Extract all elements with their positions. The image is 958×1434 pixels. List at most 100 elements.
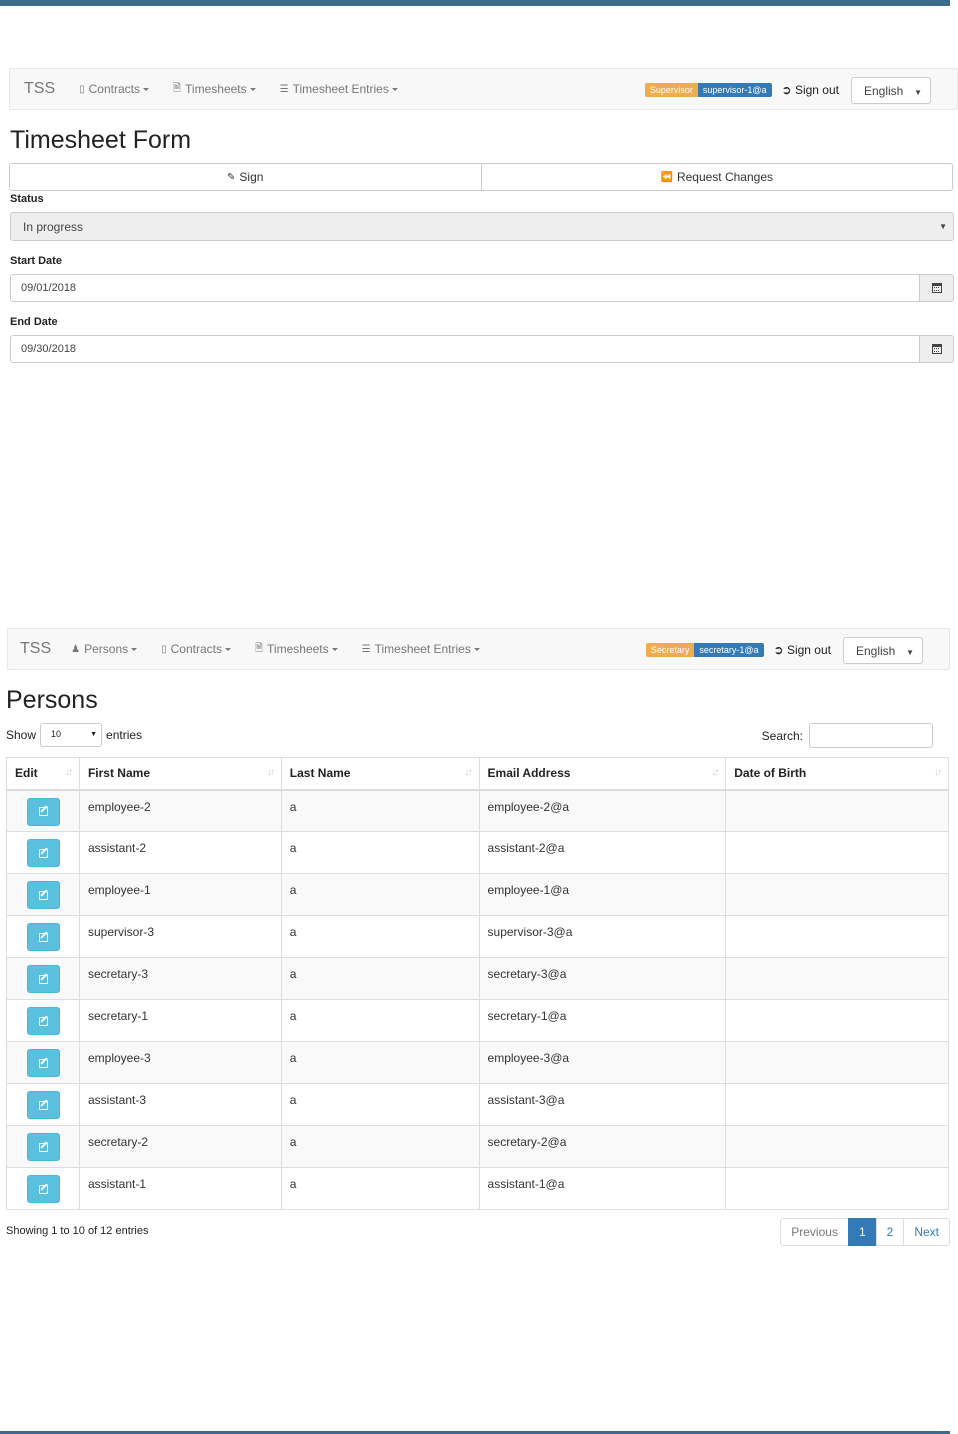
request-changes-button[interactable]: ⏪ Request Changes: [481, 163, 953, 191]
edit-button[interactable]: [27, 1007, 60, 1035]
edit-icon: [39, 1142, 48, 1152]
nav-timesheets[interactable]: 🗎 Timesheets: [173, 81, 256, 98]
cell-first-name: supervisor-3: [78, 915, 282, 958]
caret-down-icon: [249, 87, 256, 91]
edit-button[interactable]: [27, 1091, 60, 1119]
user-badge: secretary-1@a: [694, 643, 764, 657]
edit-icon: [39, 848, 48, 858]
language-select[interactable]: English ▼: [843, 636, 923, 664]
nav-persons-label: Persons: [84, 642, 129, 656]
search-label: Search:: [761, 728, 803, 743]
sign-out-icon: ➲: [773, 643, 784, 657]
table-row: assistant-1 a assistant-1@a: [6, 1167, 949, 1210]
column-header-date-of-birth[interactable]: Date of Birth ↓↑: [725, 757, 949, 791]
rewind-icon: ⏪: [660, 171, 673, 183]
column-header-label: First Name: [87, 766, 150, 781]
table-info: Showing 1 to 10 of 12 entries: [6, 1225, 149, 1237]
nav-timesheets[interactable]: 🗎 Timesheets: [255, 641, 338, 658]
edit-button[interactable]: [27, 1049, 60, 1077]
edit-button[interactable]: [27, 965, 60, 993]
column-header-first-name[interactable]: First Name ↓↑: [78, 757, 282, 791]
language-select[interactable]: English ▼: [851, 76, 931, 104]
table-row: secretary-1 a secretary-1@a: [6, 999, 949, 1042]
nav-contracts-label: Contracts: [170, 642, 222, 656]
end-date-input[interactable]: 09/30/2018: [10, 335, 920, 363]
edit-icon: [39, 932, 48, 942]
cell-edit: [6, 1125, 80, 1168]
nav-timesheet-entries[interactable]: ☰ Timesheet Entries: [280, 82, 398, 96]
nav-contracts-label: Contracts: [88, 82, 140, 96]
user-badge: supervisor-1@a: [697, 83, 772, 97]
caret-down-icon: [473, 647, 480, 651]
cell-email: supervisor-3@a: [478, 915, 727, 958]
cell-email: secretary-1@a: [478, 999, 727, 1042]
sign-out-icon: ➲: [781, 83, 792, 97]
cell-date-of-birth: [725, 1125, 949, 1168]
book-icon: ▯: [79, 83, 85, 95]
sort-icon: ↓↑: [711, 767, 719, 778]
nav-contracts[interactable]: ▯ Contracts: [79, 82, 149, 96]
table-row: employee-2 a employee-2@a: [6, 789, 949, 832]
edit-icon: [39, 807, 48, 816]
page-length-select[interactable]: 10 ▼: [40, 723, 103, 747]
cell-email: employee-2@a: [478, 789, 727, 832]
sign-button[interactable]: ✎ Sign: [9, 163, 482, 191]
nav-timesheet-entries-label: Timesheet Entries: [292, 82, 389, 96]
pagination: Previous 1 2 Next: [780, 1218, 950, 1246]
edit-icon: [39, 1184, 48, 1194]
edit-button[interactable]: [27, 1133, 60, 1161]
edit-button[interactable]: [27, 881, 60, 909]
edit-icon: [39, 1100, 48, 1110]
language-value: English: [856, 643, 896, 658]
page-1-button[interactable]: 1: [847, 1218, 877, 1246]
nav-timesheet-entries[interactable]: ☰ Timesheet Entries: [362, 642, 480, 656]
cell-first-name: secretary-1: [78, 999, 282, 1042]
table-row: assistant-3 a assistant-3@a: [6, 1083, 949, 1126]
table-row: employee-1 a employee-1@a: [6, 873, 949, 916]
dropdown-arrow-icon: ▼: [906, 647, 914, 657]
cell-edit: [6, 915, 80, 958]
edit-button[interactable]: [27, 923, 60, 951]
cell-email: secretary-2@a: [478, 1125, 727, 1168]
sort-icon: ↓↑: [64, 767, 73, 778]
edit-button[interactable]: [27, 797, 60, 826]
show-label: Show: [6, 728, 37, 742]
start-date-input[interactable]: 09/01/2018: [10, 274, 920, 302]
search-input[interactable]: [809, 723, 933, 748]
start-date-calendar-button[interactable]: [920, 274, 954, 302]
edit-button[interactable]: [27, 1175, 60, 1203]
search-control: Search:: [762, 723, 933, 748]
previous-page-button[interactable]: Previous: [780, 1218, 849, 1246]
end-date-calendar-button[interactable]: [920, 335, 954, 363]
status-value: In progress: [23, 220, 84, 234]
sort-icon: ↓↑: [934, 767, 942, 778]
cell-email: secretary-3@a: [478, 957, 727, 1000]
nav-persons[interactable]: ♟ Persons: [71, 642, 138, 656]
column-header-edit[interactable]: Edit ↓↑: [6, 757, 80, 791]
cell-last-name: a: [280, 999, 480, 1042]
table-row: secretary-3 a secretary-3@a: [6, 957, 949, 1000]
edit-button[interactable]: [27, 839, 60, 867]
status-select[interactable]: In progress ▼: [10, 212, 954, 241]
cell-edit: [6, 831, 80, 874]
next-page-button[interactable]: Next: [903, 1218, 950, 1246]
cell-edit: [6, 1041, 80, 1084]
caret-down-icon: [225, 647, 231, 651]
page-2-button[interactable]: 2: [875, 1218, 905, 1246]
brand-link[interactable]: TSS: [24, 80, 55, 98]
nav-timesheet-entries-label: Timesheet Entries: [374, 642, 471, 656]
sign-out-link[interactable]: ➲ Sign out: [782, 83, 839, 97]
brand-link[interactable]: TSS: [20, 640, 51, 658]
column-header-email[interactable]: Email Address ↓↑: [478, 757, 727, 791]
calendar-icon: [931, 283, 942, 293]
cell-date-of-birth: [725, 873, 949, 916]
cell-first-name: employee-1: [78, 873, 282, 916]
cell-first-name: secretary-2: [78, 1125, 282, 1168]
action-button-group: ✎ Sign ⏪ Request Changes: [9, 163, 953, 191]
cell-email: assistant-2@a: [478, 831, 727, 874]
column-header-last-name[interactable]: Last Name ↓↑: [280, 757, 480, 791]
start-date-label: Start Date: [10, 255, 62, 267]
nav-contracts[interactable]: ▯ Contracts: [161, 642, 231, 656]
sign-out-link[interactable]: ➲ Sign out: [774, 643, 831, 657]
dropdown-arrow-icon: ▼: [914, 87, 922, 97]
